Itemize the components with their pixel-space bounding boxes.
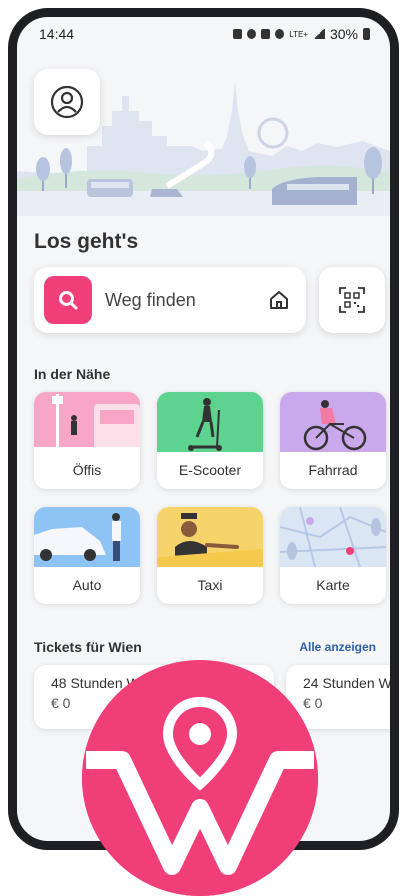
tile-taxi[interactable]: Taxi: [157, 507, 263, 604]
location-icon: [275, 29, 285, 39]
tile-e-scooter[interactable]: E-Scooter: [157, 392, 263, 489]
show-all-tickets-link[interactable]: Alle anzeigen: [299, 640, 376, 654]
tile-oeffis[interactable]: Öffis: [34, 392, 140, 489]
sim-icon: [233, 29, 243, 39]
user-circle-icon: [50, 85, 84, 119]
tile-label: Karte: [316, 577, 350, 593]
tile-label: Auto: [72, 577, 102, 593]
tickets-title: Tickets für Wien: [34, 639, 142, 655]
bicycle-illustration: [280, 392, 386, 452]
tile-karte[interactable]: Karte: [280, 507, 386, 604]
map-illustration: [280, 507, 386, 567]
tile-label: E-Scooter: [178, 462, 242, 478]
search-icon: [44, 276, 92, 324]
alarm-icon: [247, 29, 257, 39]
ticket-name: 24 Stunden Wien: [303, 675, 395, 691]
wienmobil-logo: [82, 660, 318, 896]
status-icons: LTE+ 30%: [233, 26, 370, 42]
tile-label: Fahrrad: [308, 462, 358, 478]
status-time: 14:44: [39, 26, 75, 42]
home-icon[interactable]: [266, 287, 292, 313]
signal-icon: [312, 29, 325, 39]
location-pin-logo-icon: [82, 696, 318, 896]
battery-level: 30%: [329, 26, 358, 42]
status-bar: 14:44 LTE+ 30%: [17, 17, 390, 51]
qr-code-icon: [339, 287, 365, 313]
taxi-illustration: [157, 507, 263, 567]
public-transport-illustration: [34, 392, 140, 452]
battery-icon: [363, 28, 370, 40]
search-label: Weg finden: [105, 289, 196, 310]
scooter-illustration: [157, 392, 263, 452]
nearby-title: In der Nähe: [34, 366, 111, 382]
tile-fahrrad[interactable]: Fahrrad: [280, 392, 386, 489]
mute-icon: [261, 29, 271, 39]
car-illustration: [34, 507, 140, 567]
city-skyline-illustration: [17, 51, 390, 216]
profile-button[interactable]: [34, 69, 100, 135]
network-type: LTE+: [289, 29, 308, 39]
page-title: Los geht's: [34, 230, 139, 253]
qr-scan-button[interactable]: [319, 267, 385, 333]
route-search-button[interactable]: Weg finden: [34, 267, 306, 333]
ticket-price: € 0: [303, 695, 323, 711]
tile-label: Taxi: [197, 577, 223, 593]
tile-label: Öffis: [72, 462, 102, 478]
tile-auto[interactable]: Auto: [34, 507, 140, 604]
